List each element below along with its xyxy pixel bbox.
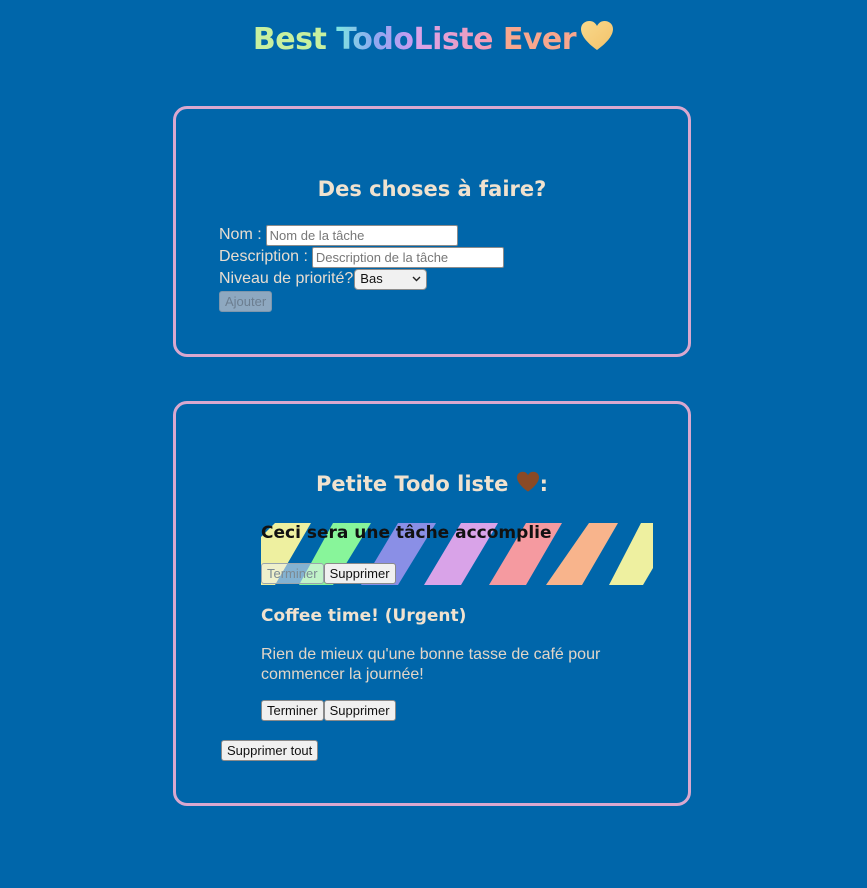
- priority-label: Niveau de priorité?: [219, 270, 354, 287]
- list-heading-suffix: :: [539, 472, 549, 496]
- title-word-liste: Liste: [413, 22, 493, 57]
- task-description-input[interactable]: [311, 246, 504, 268]
- complete-task-button[interactable]: Terminer: [261, 563, 324, 584]
- list-heading-text: Petite Todo liste: [315, 472, 509, 496]
- yellow-heart-icon: [581, 21, 614, 50]
- add-task-button[interactable]: Ajouter: [219, 291, 273, 312]
- complete-task-button[interactable]: Terminer: [261, 700, 324, 721]
- form-heading: Des choses à faire?: [317, 177, 547, 201]
- title-word-best: Best: [252, 22, 327, 57]
- task-actions: Terminer Supprimer: [261, 563, 396, 584]
- description-label: Description :: [219, 248, 308, 265]
- name-label: Nom :: [219, 226, 262, 243]
- delete-task-button[interactable]: Supprimer: [323, 700, 396, 721]
- todo-list-card: Petite Todo liste : Ceci sera une tâche …: [173, 401, 691, 806]
- priority-row: Niveau de priorité? Bas: [219, 268, 428, 290]
- app-title: Best TodoListe Ever: [0, 18, 867, 62]
- task-actions: Terminer Supprimer: [261, 700, 396, 721]
- brown-heart-icon: [516, 471, 539, 492]
- add-row: Ajouter: [219, 291, 273, 312]
- delete-all-button[interactable]: Supprimer tout: [221, 740, 319, 761]
- task-description: Rien de mieux qu'une bonne tasse de café…: [261, 646, 601, 683]
- task-title: Ceci sera une tâche accomplie: [261, 523, 552, 543]
- task-name-input[interactable]: [265, 224, 458, 246]
- task-title: Coffee time! (Urgent): [261, 606, 467, 626]
- task-form-card: Des choses à faire? Nom : Description : …: [173, 106, 691, 357]
- list-heading: Petite Todo liste :: [176, 470, 688, 498]
- task-item-done: Ceci sera une tâche accomplie Terminer S…: [261, 521, 653, 585]
- title-word-ever: Ever: [502, 22, 577, 57]
- name-row: Nom :: [219, 224, 458, 246]
- chevron-down-icon: [412, 276, 421, 282]
- priority-select[interactable]: Bas: [354, 268, 428, 290]
- title-word-todo: Todo: [336, 22, 414, 57]
- task-item-pending: Coffee time! (Urgent) Rien de mieux qu'u…: [261, 602, 653, 722]
- priority-select-value: Bas: [360, 271, 383, 286]
- description-row: Description :: [219, 246, 504, 268]
- delete-task-button[interactable]: Supprimer: [323, 563, 396, 584]
